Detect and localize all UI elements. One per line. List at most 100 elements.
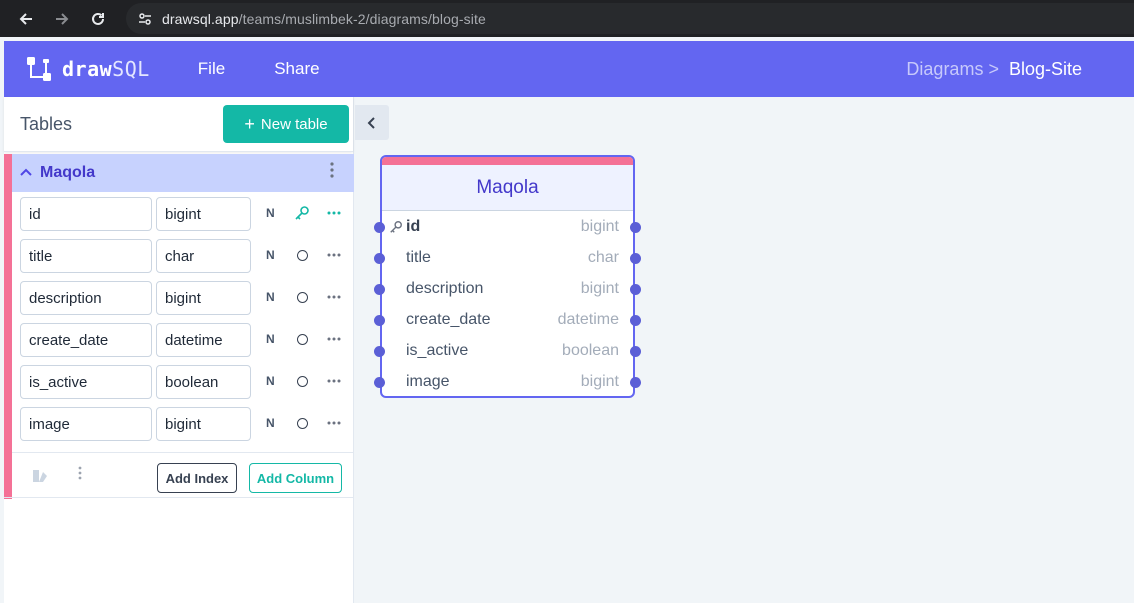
field-row: image bigint N xyxy=(20,407,350,441)
vertical-dots-icon[interactable] xyxy=(78,466,82,483)
field-type-select[interactable]: bigint xyxy=(156,281,251,315)
diagram-row-type: boolean xyxy=(562,342,619,359)
arrow-left-icon xyxy=(19,12,32,25)
new-table-label: New table xyxy=(260,115,328,133)
diagram-table-title[interactable]: Maqola xyxy=(382,165,633,211)
diagram-row-type: char xyxy=(587,249,619,266)
connector-handle[interactable] xyxy=(374,253,385,264)
table-color-icon[interactable] xyxy=(32,469,48,488)
add-column-button[interactable]: Add Column xyxy=(249,463,342,493)
diagram-row-type: bigint xyxy=(580,373,619,390)
field-name-input[interactable]: title xyxy=(20,239,152,273)
nullable-toggle[interactable]: N xyxy=(266,206,275,220)
diagram-row-name: is_active xyxy=(406,342,469,359)
more-options-icon[interactable] xyxy=(327,202,341,220)
reload-icon xyxy=(92,12,104,25)
menu-share[interactable]: Share xyxy=(274,59,319,79)
more-options-icon[interactable] xyxy=(327,286,341,304)
diagram-row[interactable]: id bigint xyxy=(374,212,641,243)
connector-handle[interactable] xyxy=(374,377,385,388)
more-options-icon[interactable] xyxy=(327,370,341,388)
diagram-row[interactable]: description bigint xyxy=(374,274,641,305)
reload-button[interactable] xyxy=(80,0,116,37)
field-row: description bigint N xyxy=(20,281,350,315)
connector-handle[interactable] xyxy=(630,222,641,233)
diagram-row-name: title xyxy=(406,249,431,266)
connector-handle[interactable] xyxy=(630,315,641,326)
field-type-select[interactable]: datetime xyxy=(156,323,251,357)
back-button[interactable] xyxy=(8,0,44,37)
nullable-toggle[interactable]: N xyxy=(266,374,275,388)
address-bar[interactable]: drawsql.app/teams/muslimbek-2/diagrams/b… xyxy=(126,3,1134,34)
chevron-left-icon xyxy=(367,116,375,129)
field-name-input[interactable]: is_active xyxy=(20,365,152,399)
field-name-input[interactable]: image xyxy=(20,407,152,441)
table-editor-footer: Add Index Add Column xyxy=(12,452,354,502)
connector-handle[interactable] xyxy=(630,346,641,357)
field-name-input[interactable]: description xyxy=(20,281,152,315)
circle-icon[interactable] xyxy=(297,334,308,345)
field-row: create_date datetime N xyxy=(20,323,350,357)
field-row: title char N xyxy=(20,239,350,273)
diagram-row-name: image xyxy=(406,373,450,390)
table-color-bar xyxy=(382,157,633,165)
drawsql-logo-icon xyxy=(27,57,51,81)
diagram-row-type: datetime xyxy=(557,311,619,328)
collapse-sidebar-button[interactable] xyxy=(355,105,389,140)
breadcrumb: Diagrams > Blog-Site xyxy=(906,41,1082,97)
field-type-select[interactable]: boolean xyxy=(156,365,251,399)
more-options-icon[interactable] xyxy=(327,412,341,430)
field-type-select[interactable]: bigint xyxy=(156,407,251,441)
field-type-select[interactable]: char xyxy=(156,239,251,273)
connector-handle[interactable] xyxy=(630,284,641,295)
circle-icon[interactable] xyxy=(297,250,308,261)
more-options-icon[interactable] xyxy=(327,328,341,346)
diagram-row[interactable]: image bigint xyxy=(374,367,641,398)
connector-handle[interactable] xyxy=(374,315,385,326)
diagram-table-maqola[interactable]: Maqola id bigint title char description … xyxy=(374,155,641,398)
new-table-button[interactable]: + New table xyxy=(223,105,349,143)
more-options-icon[interactable] xyxy=(327,244,341,262)
arrow-right-icon xyxy=(56,12,69,25)
circle-icon[interactable] xyxy=(297,376,308,387)
plus-icon: + xyxy=(244,114,255,134)
field-type-select[interactable]: bigint xyxy=(156,197,251,231)
diagram-row[interactable]: title char xyxy=(374,243,641,274)
connector-handle[interactable] xyxy=(630,377,641,388)
add-index-button[interactable]: Add Index xyxy=(157,463,237,493)
site-info-icon[interactable] xyxy=(130,3,160,34)
field-row: id bigint N xyxy=(20,197,350,231)
field-row: is_active boolean N xyxy=(20,365,350,399)
table-header[interactable]: Maqola xyxy=(12,154,354,192)
table-name[interactable]: Maqola xyxy=(40,164,95,182)
chevron-up-icon[interactable] xyxy=(20,166,38,180)
key-icon[interactable] xyxy=(294,205,310,226)
forward-button[interactable] xyxy=(44,0,80,37)
diagram-row[interactable]: create_date datetime xyxy=(374,305,641,336)
app-header: drawSQL File Share Diagrams > Blog-Site xyxy=(4,41,1134,97)
nullable-toggle[interactable]: N xyxy=(266,332,275,346)
logo-wordmark: drawSQL xyxy=(62,56,150,81)
field-name-input[interactable]: id xyxy=(20,197,152,231)
diagram-row[interactable]: is_active boolean xyxy=(374,336,641,367)
diagram-row-name: description xyxy=(406,280,484,297)
diagram-row-name: create_date xyxy=(406,311,491,328)
sidebar-header: Tables + New table xyxy=(4,97,353,152)
connector-handle[interactable] xyxy=(374,346,385,357)
table-editor-maqola: Maqola id bigint N title char N descript… xyxy=(4,154,354,499)
nullable-toggle[interactable]: N xyxy=(266,416,275,430)
vertical-dots-icon[interactable] xyxy=(330,162,334,183)
circle-icon[interactable] xyxy=(297,292,308,303)
circle-icon[interactable] xyxy=(297,418,308,429)
nullable-toggle[interactable]: N xyxy=(266,248,275,262)
breadcrumb-diagrams-link[interactable]: Diagrams > xyxy=(906,59,999,80)
connector-handle[interactable] xyxy=(374,222,385,233)
connector-handle[interactable] xyxy=(374,284,385,295)
connector-handle[interactable] xyxy=(630,253,641,264)
diagram-row-type: bigint xyxy=(580,280,619,297)
nullable-toggle[interactable]: N xyxy=(266,290,275,304)
field-name-input[interactable]: create_date xyxy=(20,323,152,357)
logo[interactable]: drawSQL xyxy=(26,56,150,82)
url-text: drawsql.app/teams/muslimbek-2/diagrams/b… xyxy=(162,10,486,27)
menu-file[interactable]: File xyxy=(198,59,225,79)
